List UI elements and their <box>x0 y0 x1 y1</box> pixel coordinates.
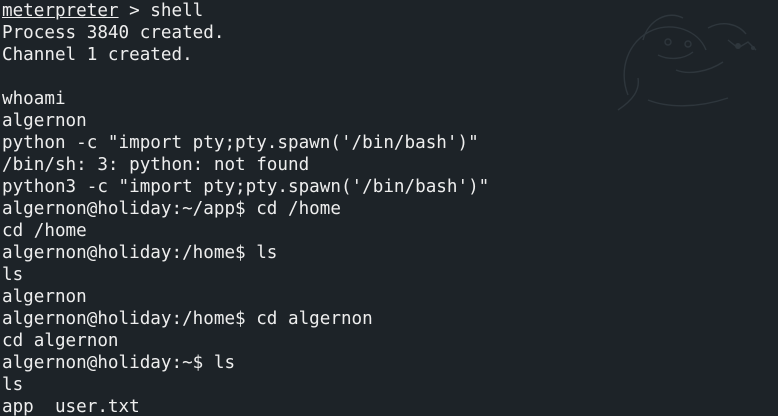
terminal-line: algernon <box>2 111 87 131</box>
terminal-line: python3 -c "import pty;pty.spawn('/bin/b… <box>2 177 490 197</box>
terminal-line: app user.txt <box>2 397 140 416</box>
terminal-line: cd algernon <box>2 331 119 351</box>
terminal-line: algernon <box>2 287 87 307</box>
terminal-output[interactable]: meterpreter > shell Process 3840 created… <box>2 0 489 416</box>
terminal-line: cd /home <box>2 221 87 241</box>
terminal-line: Process 3840 created. <box>2 23 225 43</box>
terminal-line: Channel 1 created. <box>2 45 193 65</box>
wallpaper-character-sketch <box>617 14 757 111</box>
prompt-command: > shell <box>118 1 204 21</box>
terminal-line: ls <box>2 375 24 395</box>
terminal-line: /bin/sh: 3: python: not found <box>2 155 310 175</box>
meterpreter-prompt: meterpreter <box>2 1 119 21</box>
terminal-line: algernon@holiday:/home$ cd algernon <box>2 309 373 329</box>
terminal-line: python -c "import pty;pty.spawn('/bin/ba… <box>2 133 479 153</box>
terminal-line: algernon@holiday:~$ ls <box>2 353 236 373</box>
terminal-line: algernon@holiday:~/app$ cd /home <box>2 199 341 219</box>
terminal-window[interactable]: meterpreter > shell Process 3840 created… <box>0 0 778 416</box>
terminal-line: ls <box>2 265 24 285</box>
terminal-line: whoami <box>2 89 66 109</box>
terminal-line: algernon@holiday:/home$ ls <box>2 243 278 263</box>
terminal-line-prompt: meterpreter > shell <box>2 0 489 22</box>
